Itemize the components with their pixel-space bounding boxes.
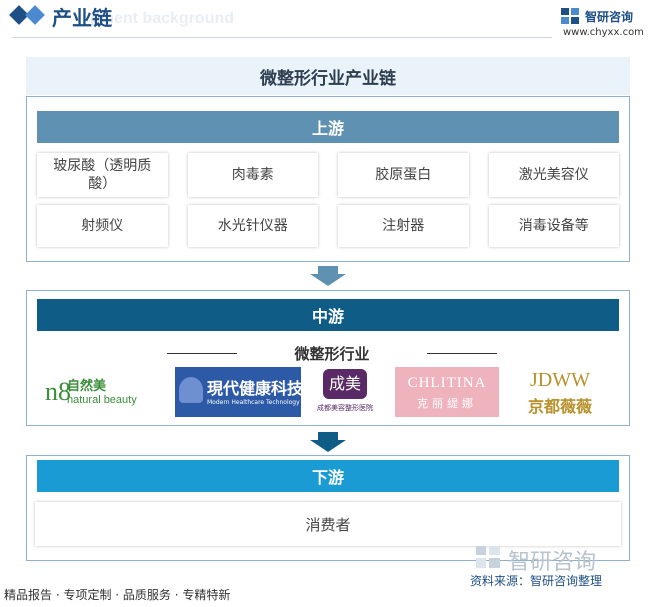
diagram-title: 微整形行业产业链 [26, 57, 630, 95]
chlitina-name: CHLITINA [407, 375, 487, 391]
flow-arrow-down-icon [310, 432, 346, 452]
natural-beauty-name: 自然美 [67, 379, 107, 394]
jdww-logo: JDWW 京都薇薇 [515, 367, 605, 417]
brand-mark-icon [561, 8, 579, 24]
header-divider [12, 37, 552, 38]
chengmei-logo: 成美 成都美容整形医院 [309, 367, 381, 417]
diamond-icon-secondary [25, 5, 45, 25]
watermark-mark-icon [476, 546, 500, 568]
natural-beauty-logo: n8 自然美 natural beauty [41, 367, 169, 417]
brand-name: 智研咨询 [585, 10, 634, 24]
upstream-item: 肉毒素 [187, 153, 318, 197]
downstream-item: 消费者 [35, 502, 621, 546]
natural-beauty-sub: natural beauty [67, 394, 137, 406]
upstream-item: 射频仪 [37, 205, 168, 247]
page-title: 产业链 [52, 6, 112, 30]
upstream-header: 上游 [37, 111, 619, 143]
upstream-item: 消毒设备等 [488, 205, 619, 247]
chlitina-sub: 克丽缇娜 [417, 397, 477, 410]
footer-tagline: 精品报告 · 专项定制 · 品质服务 · 专精特新 [4, 588, 231, 602]
flow-arrow-down-icon [310, 266, 346, 286]
upstream-item: 激光美容仪 [488, 153, 619, 197]
watermark-logo: 智研咨询 [474, 544, 650, 575]
upstream-section: 上游 玻尿酸（透明质酸） 肉毒素 胶原蛋白 激光美容仪 射频仪 水光针仪器 注射… [26, 96, 630, 262]
brain-icon [179, 377, 203, 403]
midstream-section: 中游 微整形行业 n8 自然美 natural beauty 現代健康科技 Mo… [26, 290, 630, 426]
industry-divider-right [427, 353, 497, 354]
brand-logo: 智研咨询 www.chyxx.com [561, 5, 651, 41]
jdww-name: JDWW [530, 369, 590, 391]
chlitina-logo: CHLITINA 克丽缇娜 [395, 367, 499, 417]
upstream-item: 注射器 [338, 205, 469, 247]
brand-url: www.chyxx.com [563, 27, 644, 38]
modern-healthcare-sub: Modern Healthcare Technology [207, 399, 300, 406]
midstream-header: 中游 [37, 299, 619, 331]
upstream-item: 玻尿酸（透明质酸） [37, 153, 168, 197]
industry-label-row: 微整形行业 [167, 343, 497, 363]
upstream-item: 水光针仪器 [187, 205, 318, 247]
upstream-grid: 玻尿酸（透明质酸） 肉毒素 胶原蛋白 激光美容仪 射频仪 水光针仪器 注射器 消… [37, 153, 619, 247]
page-header: pment background 产业链 [0, 0, 656, 38]
upstream-item: 胶原蛋白 [338, 153, 469, 197]
downstream-header: 下游 [37, 460, 619, 492]
chengmei-sub: 成都美容整形医院 [317, 404, 373, 412]
company-logos: n8 自然美 natural beauty 現代健康科技 Modern Heal… [37, 367, 619, 419]
chengmei-name: 成美 [323, 369, 367, 399]
modern-healthcare-name: 現代健康科技 [207, 379, 301, 398]
jdww-sub: 京都薇薇 [527, 397, 592, 416]
page-footer: 精品报告 · 专项定制 · 品质服务 · 专精特新 [0, 586, 656, 607]
modern-healthcare-logo: 現代健康科技 Modern Healthcare Technology [175, 367, 301, 417]
